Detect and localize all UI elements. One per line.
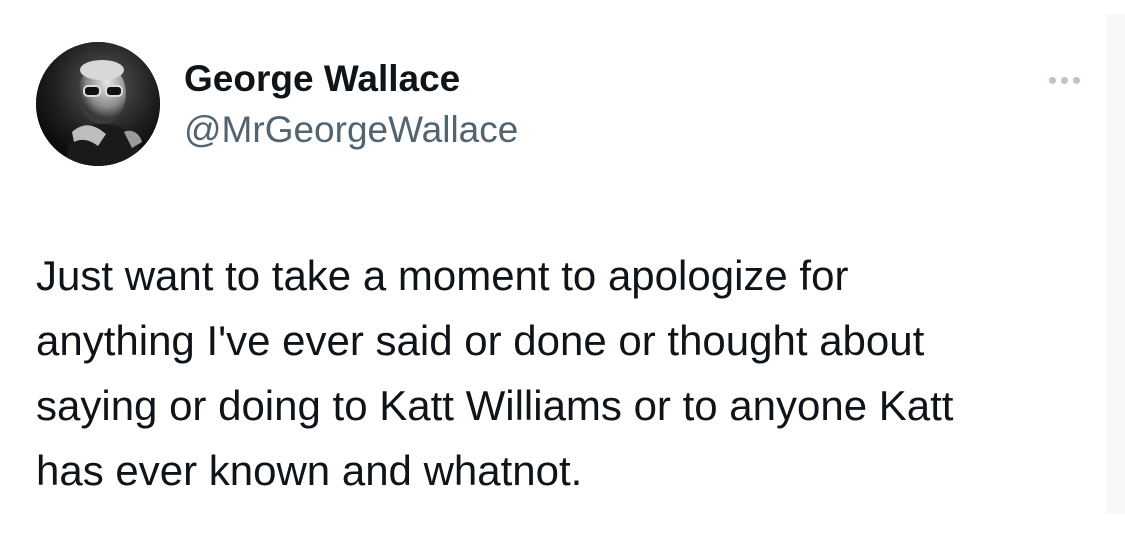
tweet-card: George Wallace @MrGeorgeWallace Just wan…	[0, 0, 1125, 538]
scroll-edge	[1106, 14, 1125, 514]
avatar-photo	[36, 42, 160, 166]
more-dot	[1060, 76, 1068, 84]
author-display-name[interactable]: George Wallace	[184, 57, 460, 101]
tweet-text: Just want to take a moment to apologize …	[36, 243, 1101, 503]
more-options-icon[interactable]	[1036, 64, 1092, 96]
more-dot	[1072, 76, 1080, 84]
tweet-text-line: anything I've ever said or done or thoug…	[36, 317, 925, 364]
author-handle[interactable]: @MrGeorgeWallace	[184, 108, 518, 152]
tweet-text-line: saying or doing to Katt Williams or to a…	[36, 382, 954, 429]
avatar[interactable]	[36, 42, 160, 166]
more-dot	[1048, 76, 1056, 84]
tweet-text-line: has ever known and whatnot.	[36, 447, 583, 494]
tweet-text-line: Just want to take a moment to apologize …	[36, 252, 849, 299]
